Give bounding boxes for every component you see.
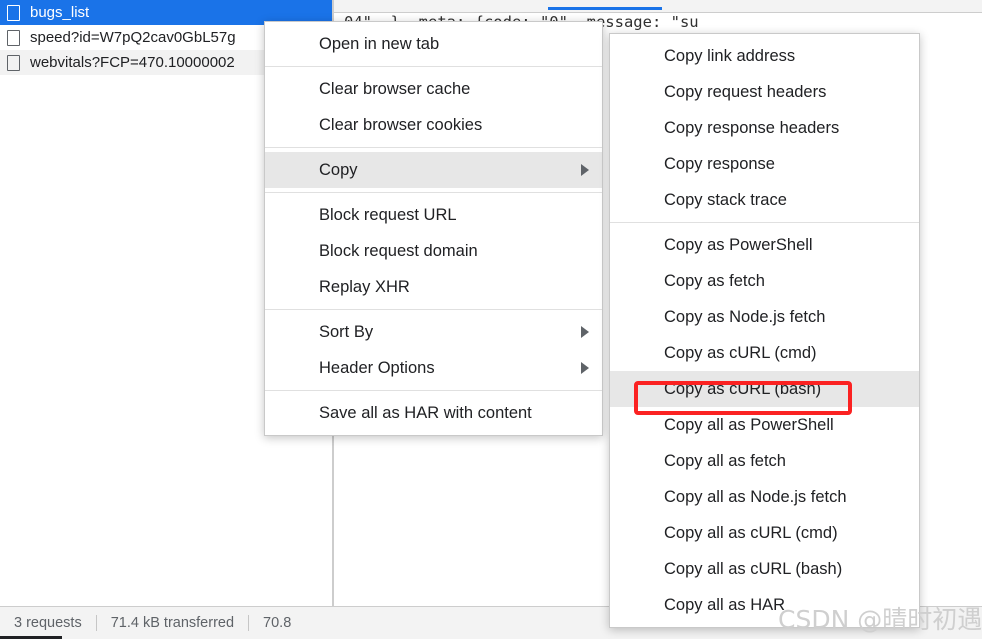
menu-item-label: Copy all as Node.js fetch [664, 487, 847, 506]
request-count-label: 3 requests [14, 615, 82, 631]
menu-item-label: Copy as PowerShell [664, 235, 813, 254]
copy-submenu[interactable]: Copy link address Copy request headers C… [609, 33, 920, 628]
menu-item-open-in-new-tab[interactable]: Open in new tab [265, 26, 602, 62]
menu-separator [610, 222, 919, 223]
menu-item-label: Clear browser cache [319, 79, 471, 98]
document-icon [7, 54, 20, 71]
menu-item-copy-as-fetch[interactable]: Copy as fetch [610, 263, 919, 299]
menu-item-copy-request-headers[interactable]: Copy request headers [610, 74, 919, 110]
menu-item-block-request-domain[interactable]: Block request domain [265, 233, 602, 269]
menu-item-save-all-as-har-with-content[interactable]: Save all as HAR with content [265, 395, 602, 431]
menu-item-copy[interactable]: Copy [265, 152, 602, 188]
menu-item-label: Copy link address [664, 46, 796, 65]
menu-item-sort-by[interactable]: Sort By [265, 314, 602, 350]
menu-item-copy-all-as-powershell[interactable]: Copy all as PowerShell [610, 407, 919, 443]
chevron-right-icon [581, 326, 589, 338]
menu-item-label: Copy response headers [664, 118, 840, 137]
menu-separator [265, 390, 602, 391]
menu-item-copy-as-curl-cmd[interactable]: Copy as cURL (cmd) [610, 335, 919, 371]
menu-item-copy-response[interactable]: Copy response [610, 146, 919, 182]
detail-tab-bar [334, 0, 982, 13]
document-icon [7, 29, 20, 46]
menu-item-clear-browser-cache[interactable]: Clear browser cache [265, 71, 602, 107]
menu-separator [265, 147, 602, 148]
request-name-label: speed?id=W7pQ2cav0GbL57g [30, 29, 236, 46]
request-name-label: webvitals?FCP=470.10000002 [30, 54, 235, 71]
menu-item-copy-all-as-fetch[interactable]: Copy all as fetch [610, 443, 919, 479]
menu-item-label: Copy all as fetch [664, 451, 786, 470]
menu-item-label: Sort By [319, 322, 374, 341]
menu-item-label: Copy [319, 160, 358, 179]
document-icon [7, 4, 20, 21]
menu-separator [265, 309, 602, 310]
transferred-size-label: 71.4 kB transferred [110, 615, 235, 631]
menu-item-replay-xhr[interactable]: Replay XHR [265, 269, 602, 305]
request-name-label: bugs_list [30, 4, 90, 21]
menu-item-label: Open in new tab [319, 34, 440, 53]
menu-item-copy-as-curl-bash[interactable]: Copy as cURL (bash) [610, 371, 919, 407]
chevron-right-icon [581, 362, 589, 374]
menu-item-label: Save all as HAR with content [319, 403, 532, 422]
watermark-text: CSDN @晴时初遇雨 [778, 605, 982, 634]
menu-item-label: Copy all as cURL (bash) [664, 559, 843, 578]
menu-separator [265, 192, 602, 193]
chevron-right-icon [581, 164, 589, 176]
resources-size-label: 70.8 [263, 615, 292, 631]
menu-item-header-options[interactable]: Header Options [265, 350, 602, 386]
menu-item-label: Copy as cURL (bash) [664, 379, 822, 398]
menu-item-copy-response-headers[interactable]: Copy response headers [610, 110, 919, 146]
menu-item-label: Block request domain [319, 241, 478, 260]
menu-item-label: Copy as Node.js fetch [664, 307, 826, 326]
menu-item-clear-browser-cookies[interactable]: Clear browser cookies [265, 107, 602, 143]
menu-item-label: Header Options [319, 358, 435, 377]
menu-item-copy-all-as-curl-bash[interactable]: Copy all as cURL (bash) [610, 551, 919, 587]
menu-item-label: Clear browser cookies [319, 115, 483, 134]
menu-item-label: Copy all as cURL (cmd) [664, 523, 838, 542]
menu-item-label: Replay XHR [319, 277, 410, 296]
menu-item-block-request-url[interactable]: Block request URL [265, 197, 602, 233]
menu-item-label: Block request URL [319, 205, 457, 224]
menu-item-label: Copy response [664, 154, 775, 173]
menu-separator [265, 66, 602, 67]
menu-item-copy-link-address[interactable]: Copy link address [610, 38, 919, 74]
menu-item-copy-as-powershell[interactable]: Copy as PowerShell [610, 227, 919, 263]
menu-item-label: Copy as cURL (cmd) [664, 343, 817, 362]
menu-item-label: Copy as fetch [664, 271, 765, 290]
menu-item-label: Copy stack trace [664, 190, 787, 209]
menu-item-label: Copy request headers [664, 82, 827, 101]
menu-item-copy-as-nodejs-fetch[interactable]: Copy as Node.js fetch [610, 299, 919, 335]
menu-item-copy-all-as-nodejs-fetch[interactable]: Copy all as Node.js fetch [610, 479, 919, 515]
menu-item-label: Copy all as HAR [664, 595, 786, 614]
menu-item-label: Copy all as PowerShell [664, 415, 834, 434]
menu-item-copy-stack-trace[interactable]: Copy stack trace [610, 182, 919, 218]
menu-item-copy-all-as-curl-cmd[interactable]: Copy all as cURL (cmd) [610, 515, 919, 551]
devtools-network-panel: 04",…}, meta: {code: "0", message: "su b… [0, 0, 982, 639]
network-context-menu[interactable]: Open in new tab Clear browser cache Clea… [264, 21, 603, 436]
active-tab-indicator [548, 7, 662, 10]
